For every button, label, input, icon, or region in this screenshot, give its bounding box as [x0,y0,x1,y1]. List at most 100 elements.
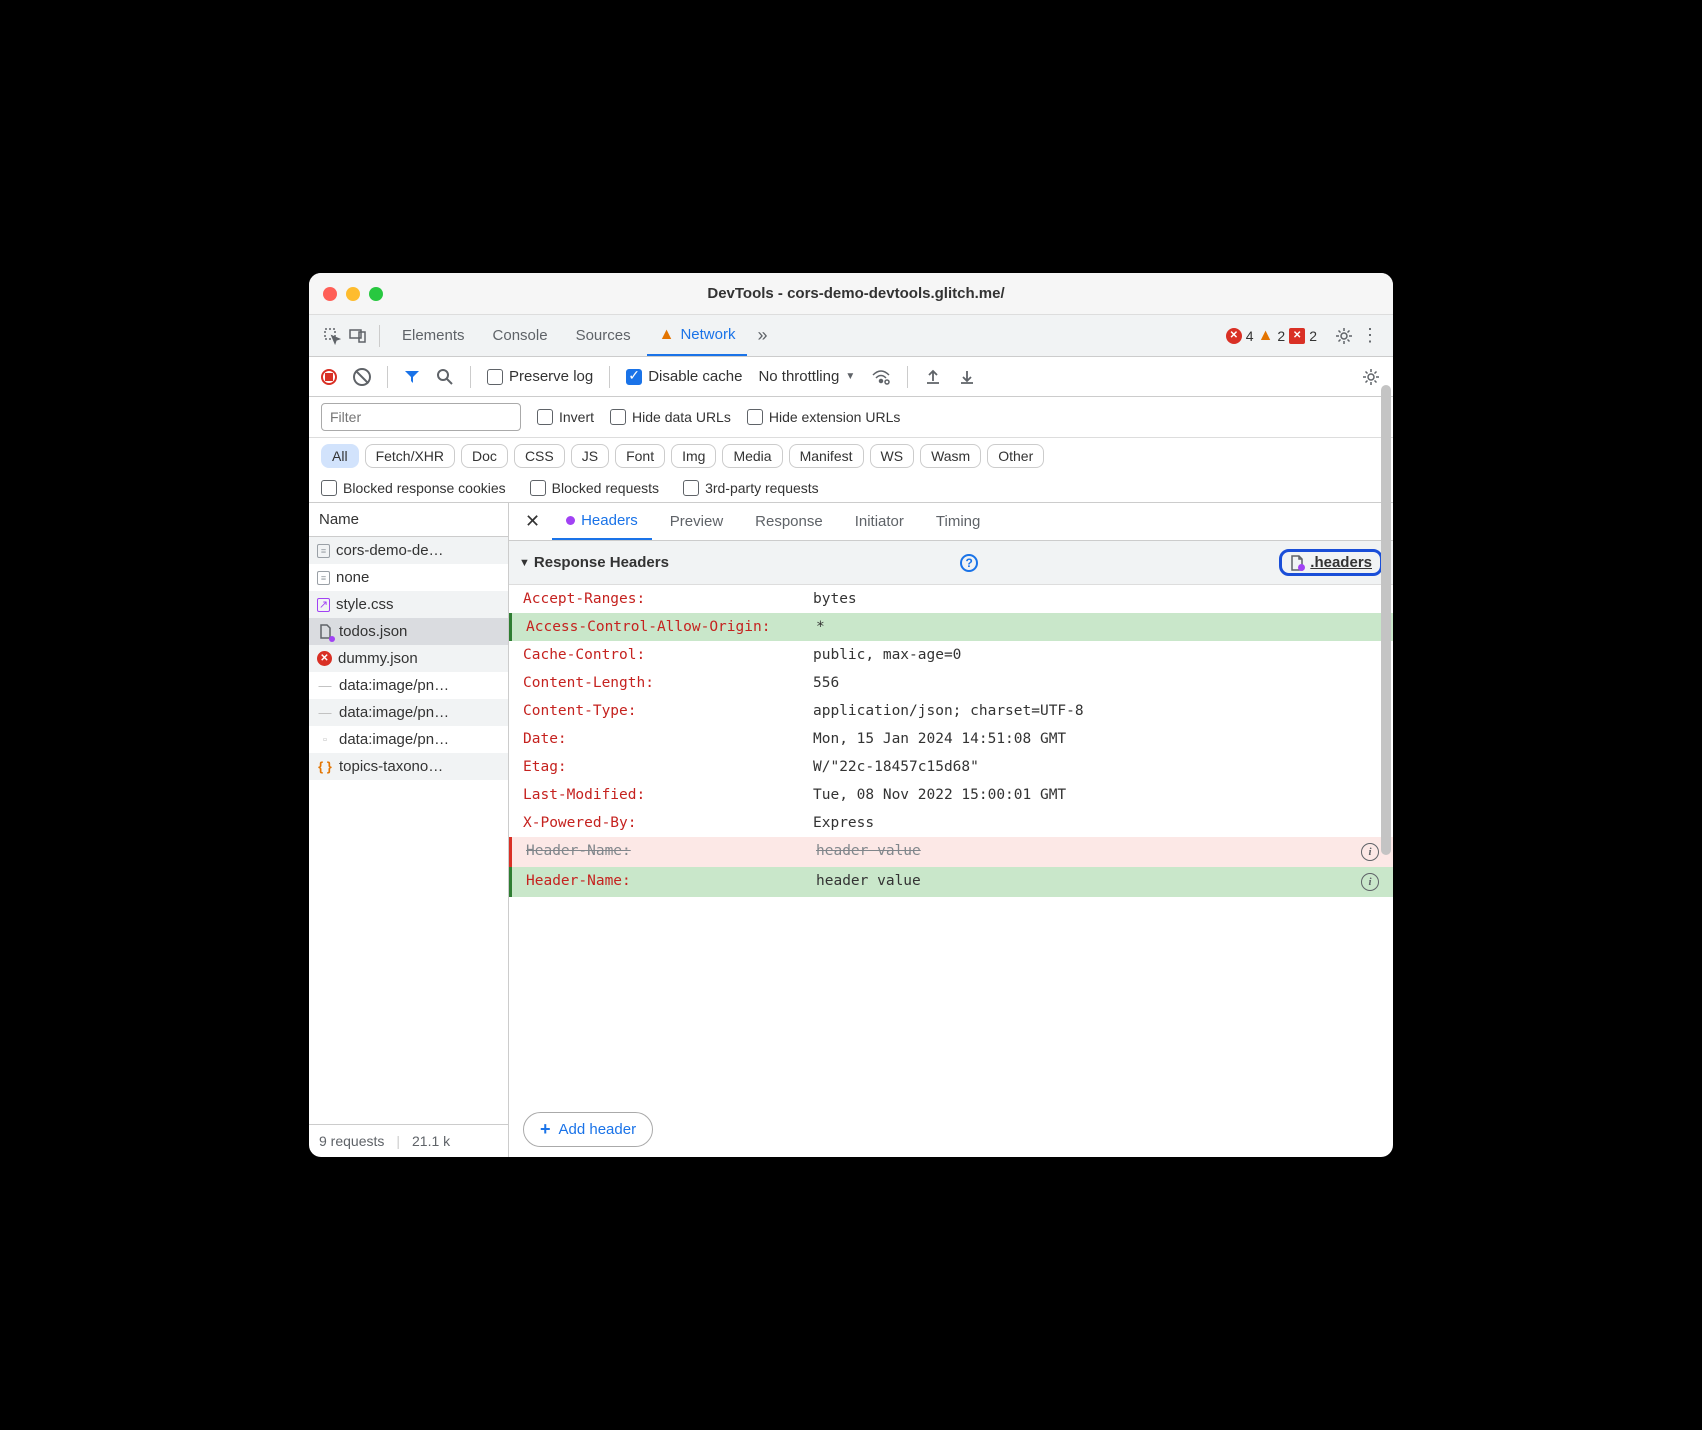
header-name: X-Powered-By: [523,815,813,831]
response-headers-section[interactable]: ▼ Response Headers ? .headers [509,541,1393,585]
scrollbar[interactable] [1381,385,1391,855]
blocked-cookies-label: Blocked response cookies [343,480,506,496]
request-row[interactable]: ≡none [309,564,508,591]
request-row[interactable]: —data:image/pn… [309,699,508,726]
preserve-log-checkbox[interactable]: Preserve log [487,368,593,385]
disclosure-triangle-icon: ▼ [519,557,530,569]
header-row[interactable]: Cache-Control:public, max-age=0 [509,641,1393,669]
filter-pill-media[interactable]: Media [722,444,782,468]
request-name: data:image/pn… [339,677,449,694]
filter-pill-other[interactable]: Other [987,444,1044,468]
checkbox-icon [530,480,546,496]
header-row[interactable]: Header-Name:header valuei [509,867,1393,897]
filter-pill-font[interactable]: Font [615,444,665,468]
filter-pill-js[interactable]: JS [571,444,609,468]
clear-button[interactable] [353,368,371,386]
request-row[interactable]: { }topics-taxono… [309,753,508,780]
error-counter[interactable]: ✕ 4 [1226,328,1254,344]
search-icon[interactable] [436,368,454,386]
kebab-icon[interactable]: ⋮ [1359,325,1381,347]
tab-headers[interactable]: Headers [552,503,652,540]
invert-checkbox[interactable]: Invert [537,409,594,425]
request-row[interactable]: ✕dummy.json [309,645,508,672]
warning-counter[interactable]: ▲ 2 [1258,327,1286,345]
hide-ext-checkbox[interactable]: Hide extension URLs [747,409,901,425]
stylesheet-icon: ↗ [317,598,330,612]
record-button[interactable] [321,369,337,385]
tab-sources[interactable]: Sources [564,315,643,356]
checkbox-icon [321,480,337,496]
tab-network[interactable]: ▲ Network [647,315,748,356]
download-icon[interactable] [958,368,976,386]
filter-pill-css[interactable]: CSS [514,444,565,468]
inspect-icon[interactable] [321,325,343,347]
filter-pill-wasm[interactable]: Wasm [920,444,981,468]
detail-panel: ✕ Headers Preview Response Initiator Tim… [509,503,1393,1157]
more-tabs-icon[interactable]: » [751,325,773,347]
filter-pill-doc[interactable]: Doc [461,444,508,468]
issue-counter[interactable]: ✕ 2 [1289,328,1317,344]
header-row[interactable]: Content-Length:556 [509,669,1393,697]
separator [609,366,610,388]
request-name: none [336,569,369,586]
headers-file-link[interactable]: .headers [1279,549,1383,576]
blocked-req-checkbox[interactable]: Blocked requests [530,480,659,496]
header-row[interactable]: Etag:W/"22c-18457c15d68" [509,753,1393,781]
filter-pill-ws[interactable]: WS [870,444,915,468]
header-row[interactable]: Content-Type:application/json; charset=U… [509,697,1393,725]
info-icon[interactable]: i [1361,843,1379,861]
add-header-button[interactable]: + Add header [523,1112,653,1147]
filter-input[interactable] [321,403,521,431]
headers-table: Accept-Ranges:bytesAccess-Control-Allow-… [509,585,1393,1102]
network-toolbar: Preserve log Disable cache No throttling… [309,357,1393,397]
hide-data-checkbox[interactable]: Hide data URLs [610,409,731,425]
header-row[interactable]: Access-Control-Allow-Origin:* [509,613,1393,641]
help-icon[interactable]: ? [960,554,978,572]
filter-pill-img[interactable]: Img [671,444,716,468]
request-row[interactable]: ↗style.css [309,591,508,618]
request-row[interactable]: todos.json [309,618,508,645]
tab-headers-label: Headers [581,512,638,529]
checkbox-icon [683,480,699,496]
filter-pill-manifest[interactable]: Manifest [789,444,864,468]
header-row[interactable]: X-Powered-By:Express [509,809,1393,837]
tab-response[interactable]: Response [741,503,837,540]
device-icon[interactable] [347,325,369,347]
request-name: data:image/pn… [339,731,449,748]
tab-elements[interactable]: Elements [390,315,477,356]
info-icon[interactable]: i [1361,873,1379,891]
name-column-header[interactable]: Name [309,503,508,537]
main-panel: Name ≡cors-demo-de…≡none↗style.csstodos.… [309,503,1393,1157]
header-row[interactable]: Accept-Ranges:bytes [509,585,1393,613]
filter-pill-all[interactable]: All [321,444,359,468]
header-name: Content-Length: [523,675,813,691]
settings-icon[interactable] [1361,367,1381,387]
blocked-cookies-checkbox[interactable]: Blocked response cookies [321,480,506,496]
settings-icon[interactable] [1333,325,1355,347]
close-detail-button[interactable]: ✕ [517,511,548,532]
header-row[interactable]: Date:Mon, 15 Jan 2024 14:51:08 GMT [509,725,1393,753]
upload-icon[interactable] [924,368,942,386]
tab-timing[interactable]: Timing [922,503,994,540]
third-party-checkbox[interactable]: 3rd-party requests [683,480,819,496]
request-name: data:image/pn… [339,704,449,721]
disable-cache-checkbox[interactable]: Disable cache [626,368,742,385]
throttling-select[interactable]: No throttling ▼ [758,368,855,385]
tab-console[interactable]: Console [481,315,560,356]
image-icon: — [317,678,333,694]
header-row[interactable]: Header-Name:header valuei [509,837,1393,867]
request-row[interactable]: ≡cors-demo-de… [309,537,508,564]
wifi-icon[interactable] [871,367,891,387]
filter-pill-fetch-xhr[interactable]: Fetch/XHR [365,444,455,468]
detail-tabs: ✕ Headers Preview Response Initiator Tim… [509,503,1393,541]
issue-icon: ✕ [1289,328,1305,344]
override-dot-icon [566,516,575,525]
filter-icon[interactable] [404,369,420,385]
hide-ext-label: Hide extension URLs [769,409,901,425]
request-row[interactable]: ▫data:image/pn… [309,726,508,753]
request-row[interactable]: — data:image/pn… [309,672,508,699]
header-row[interactable]: Last-Modified:Tue, 08 Nov 2022 15:00:01 … [509,781,1393,809]
tab-preview[interactable]: Preview [656,503,737,540]
header-value: Express [813,815,1379,831]
tab-initiator[interactable]: Initiator [841,503,918,540]
